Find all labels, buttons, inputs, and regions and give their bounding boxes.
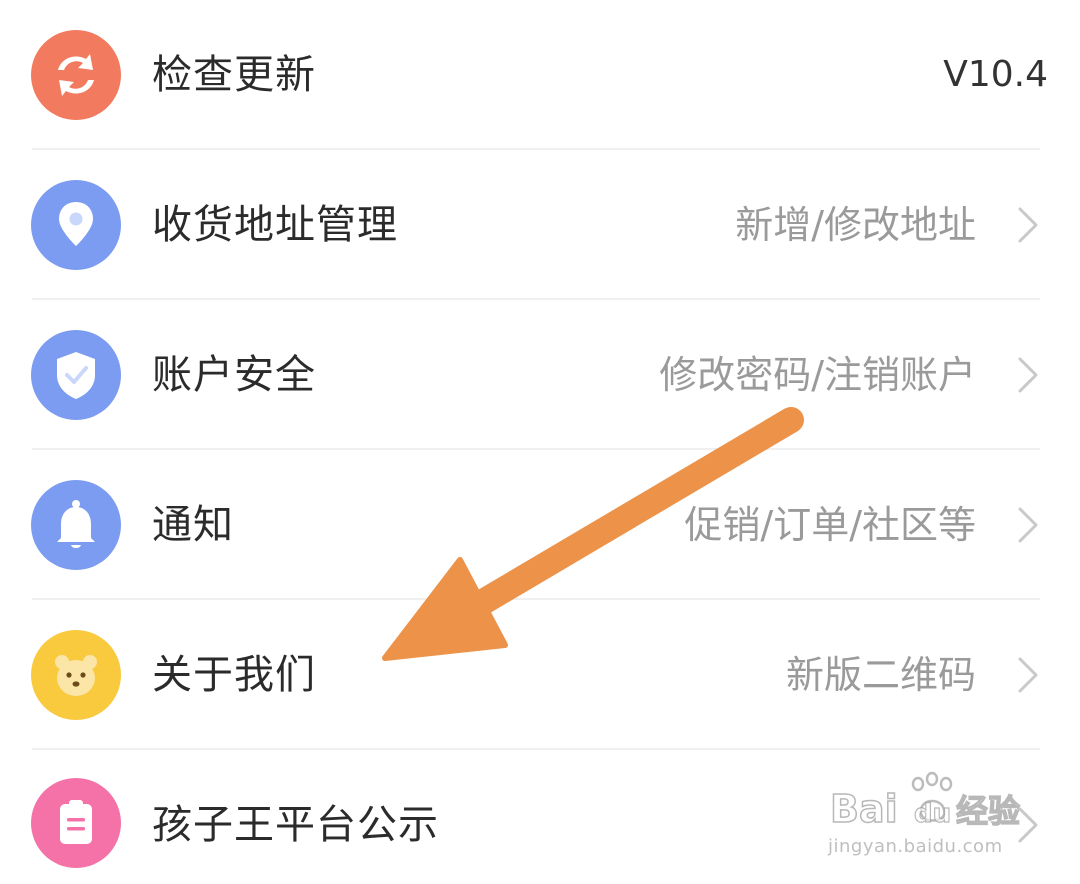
watermark-url: jingyan.baidu.com	[828, 836, 1003, 857]
bell-icon	[31, 480, 121, 570]
menu-item-address[interactable]: 收货地址管理 新增/修改地址	[0, 150, 1080, 300]
menu-item-label: 检查更新	[152, 52, 316, 98]
chevron-right-icon	[1016, 655, 1040, 695]
menu-item-subtitle: 促销/订单/社区等	[684, 503, 976, 547]
menu-item-subtitle: 新增/修改地址	[735, 203, 976, 247]
menu-item-notifications[interactable]: 通知 促销/订单/社区等	[0, 450, 1080, 600]
clipboard-icon	[31, 778, 121, 868]
menu-item-label: 关于我们	[152, 652, 316, 698]
location-pin-icon	[31, 180, 121, 270]
version-value: V10.4	[943, 54, 1048, 95]
chevron-right-icon	[1016, 805, 1040, 845]
chevron-right-icon	[1016, 205, 1040, 245]
menu-item-check-update[interactable]: 检查更新 V10.4	[0, 0, 1080, 150]
menu-item-label: 账户安全	[152, 352, 316, 398]
menu-item-subtitle: 新版二维码	[785, 653, 976, 697]
menu-item-label: 孩子王平台公示	[152, 802, 439, 848]
settings-page: 检查更新 V10.4 收货地址管理 新增/修改地址 账户安全 修改密码/注销账户…	[0, 0, 1080, 884]
menu-item-label: 收货地址管理	[152, 202, 398, 248]
menu-item-about-us[interactable]: 关于我们 新版二维码	[0, 600, 1080, 750]
bear-face-icon	[31, 630, 121, 720]
shield-icon	[31, 330, 121, 420]
menu-item-account-security[interactable]: 账户安全 修改密码/注销账户	[0, 300, 1080, 450]
refresh-icon	[31, 30, 121, 120]
menu-item-label: 通知	[152, 502, 234, 548]
chevron-right-icon	[1016, 355, 1040, 395]
menu-item-subtitle: 修改密码/注销账户	[659, 353, 976, 397]
chevron-right-icon	[1016, 505, 1040, 545]
menu-item-platform-notice[interactable]: 孩子王平台公示	[0, 750, 1080, 884]
